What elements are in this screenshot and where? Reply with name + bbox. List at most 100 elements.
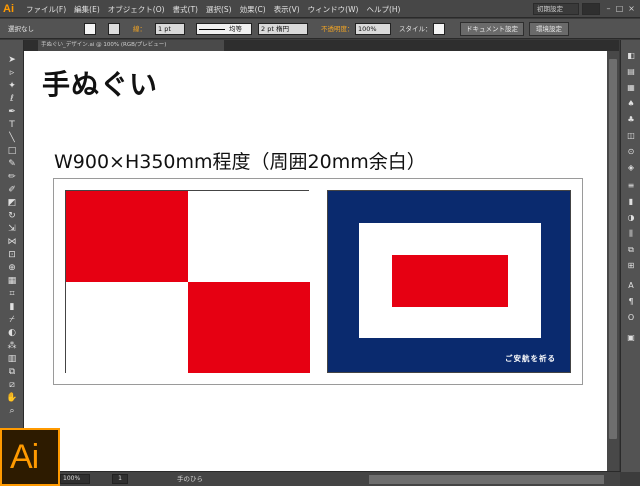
align-panel-icon[interactable]: ⫼ xyxy=(625,228,637,240)
flag-w-caption: ご安航を祈る xyxy=(505,354,556,363)
vertical-scrollbar[interactable] xyxy=(607,51,619,471)
stroke-label[interactable]: 線： xyxy=(133,23,146,35)
color-guide-panel-icon[interactable]: ▤ xyxy=(625,66,637,78)
artboard-canvas[interactable]: 手ぬぐい W900×H350mm程度（周囲20mm余白） ご安航を祈る xyxy=(24,51,607,471)
gradient-tool-icon[interactable]: ▮ xyxy=(6,301,18,313)
selection-tool-icon[interactable]: ➤ xyxy=(6,54,18,66)
artboard-title: 手ぬぐい xyxy=(42,68,159,101)
search-input[interactable] xyxy=(582,3,600,15)
rotate-tool-icon[interactable]: ↻ xyxy=(6,210,18,222)
artboards-panel-icon[interactable]: ▣ xyxy=(625,332,637,344)
layers-panel-icon[interactable]: ◈ xyxy=(625,162,637,174)
menu-help[interactable]: ヘルプ(H) xyxy=(366,4,400,15)
menu-select[interactable]: 選択(S) xyxy=(206,4,232,15)
preferences-button[interactable]: 環境設定 xyxy=(529,22,569,36)
mesh-tool-icon[interactable]: ⌗ xyxy=(6,288,18,300)
appearance-panel-icon[interactable]: ⊙ xyxy=(625,146,637,158)
stroke-panel-icon[interactable]: ≡ xyxy=(625,180,637,192)
status-tool-name[interactable]: 手のひら xyxy=(177,474,203,484)
gradient-panel-icon[interactable]: ▮ xyxy=(625,196,637,208)
paintbrush-tool-icon[interactable]: ✎ xyxy=(6,158,18,170)
style-swatch[interactable] xyxy=(433,23,445,35)
direct-selection-tool-icon[interactable]: ▹ xyxy=(6,67,18,79)
flag-w-red-center xyxy=(392,255,508,307)
menu-view[interactable]: 表示(V) xyxy=(274,4,300,15)
opacity-field[interactable]: 100% xyxy=(355,23,391,35)
selection-status: 選択なし xyxy=(8,25,34,33)
shape-builder-tool-icon[interactable]: ⊕ xyxy=(6,262,18,274)
stroke-profile-select[interactable]: 均等 xyxy=(196,23,252,35)
brushes-panel-icon[interactable]: ♠ xyxy=(625,98,637,110)
menu-object[interactable]: オブジェクト(O) xyxy=(108,4,165,15)
blend-tool-icon[interactable]: ◐ xyxy=(6,327,18,339)
graph-tool-icon[interactable]: ▥ xyxy=(6,353,18,365)
lasso-tool-icon[interactable]: ℓ xyxy=(6,93,18,105)
hand-tool-icon[interactable]: ✋ xyxy=(6,392,18,404)
menu-effect[interactable]: 効果(C) xyxy=(240,4,266,15)
artboard-tool-icon[interactable]: ⧉ xyxy=(6,366,18,378)
horizontal-scroll-thumb[interactable] xyxy=(369,475,604,484)
eyedropper-tool-icon[interactable]: ⌿ xyxy=(6,314,18,326)
flag-u-checkered[interactable] xyxy=(65,190,310,373)
minimize-button[interactable]: – xyxy=(603,3,614,14)
pen-tool-icon[interactable]: ✒ xyxy=(6,106,18,118)
paragraph-panel-icon[interactable]: ¶ xyxy=(625,296,637,308)
symbols-panel-icon[interactable]: ♣ xyxy=(625,114,637,126)
document-tab[interactable]: 手ぬぐい_デザイン.ai @ 100% (RGB/プレビュー) xyxy=(38,40,224,51)
menu-window[interactable]: ウィンドウ(W) xyxy=(308,4,359,15)
menu-edit[interactable]: 編集(E) xyxy=(74,4,100,15)
size-note: W900×H350mm程度（周囲20mm余白） xyxy=(54,151,426,173)
character-panel-icon[interactable]: A xyxy=(625,280,637,292)
transform-panel-icon[interactable]: ⊞ xyxy=(625,260,637,272)
workspace-switcher[interactable]: 初期設定 xyxy=(533,3,579,15)
flag-w-concentric[interactable]: ご安航を祈る xyxy=(327,190,571,373)
perspective-grid-tool-icon[interactable]: ▦ xyxy=(6,275,18,287)
flag-u-bottom-left xyxy=(66,282,188,373)
artboard-number-field[interactable]: 1 xyxy=(112,474,128,484)
magic-wand-tool-icon[interactable]: ✦ xyxy=(6,80,18,92)
zoom-field[interactable]: 100% xyxy=(60,474,90,484)
swatches-panel-icon[interactable]: ▦ xyxy=(625,82,637,94)
slice-tool-icon[interactable]: ⧄ xyxy=(6,379,18,391)
document-settings-button[interactable]: ドキュメント設定 xyxy=(460,22,524,36)
graphic-styles-panel-icon[interactable]: ◫ xyxy=(625,130,637,142)
menu-file[interactable]: ファイル(F) xyxy=(26,4,66,15)
scale-tool-icon[interactable]: ⇲ xyxy=(6,223,18,235)
tools-panel: ➤ ▹ ✦ ℓ ✒ T ╲ □ ✎ ✏ ✐ ◩ ↻ ⇲ ⋈ ⊡ ⊕ ▦ ⌗ ▮ … xyxy=(0,40,24,430)
stroke-weight-field[interactable]: 1 pt xyxy=(155,23,185,35)
flag-u-top-right xyxy=(188,191,310,282)
style-label: スタイル： xyxy=(399,25,432,33)
rectangle-tool-icon[interactable]: □ xyxy=(6,145,18,157)
status-bar: 100% 1 手のひら xyxy=(24,471,620,486)
illustrator-logo-text: Ai xyxy=(10,438,39,476)
illustrator-logo: Ai xyxy=(0,428,60,486)
symbol-sprayer-tool-icon[interactable]: ⁂ xyxy=(6,340,18,352)
menu-bar: Ai ファイル(F) 編集(E) オブジェクト(O) 書式(T) 選択(S) 効… xyxy=(0,0,640,18)
close-button[interactable]: × xyxy=(626,3,637,14)
eraser-tool-icon[interactable]: ◩ xyxy=(6,197,18,209)
panel-dock: ◧ ▤ ▦ ♠ ♣ ◫ ⊙ ◈ ≡ ▮ ◑ ⫼ ⧉ ⊞ A ¶ O ▣ xyxy=(620,40,640,472)
opacity-label[interactable]: 不透明度： xyxy=(321,23,354,35)
pencil-tool-icon[interactable]: ✏ xyxy=(6,171,18,183)
width-tool-icon[interactable]: ⋈ xyxy=(6,236,18,248)
color-panel-icon[interactable]: ◧ xyxy=(625,50,637,62)
flag-u-bottom-right xyxy=(188,282,310,373)
stroke-swatch[interactable] xyxy=(108,23,120,35)
free-transform-tool-icon[interactable]: ⊡ xyxy=(6,249,18,261)
control-bar: 選択なし 線： 1 pt 均等 2 pt 楕円 不透明度： 100% スタイル：… xyxy=(0,19,640,39)
line-tool-icon[interactable]: ╲ xyxy=(6,132,18,144)
vertical-scroll-thumb[interactable] xyxy=(609,59,617,439)
maximize-button[interactable]: □ xyxy=(614,3,625,14)
type-tool-icon[interactable]: T xyxy=(6,119,18,131)
pathfinder-panel-icon[interactable]: ⧉ xyxy=(625,244,637,256)
menu-items: ファイル(F) 編集(E) オブジェクト(O) 書式(T) 選択(S) 効果(C… xyxy=(26,0,400,18)
brush-select[interactable]: 2 pt 楕円 xyxy=(258,23,308,35)
flag-u-top-left xyxy=(66,191,188,282)
blob-brush-tool-icon[interactable]: ✐ xyxy=(6,184,18,196)
transparency-panel-icon[interactable]: ◑ xyxy=(625,212,637,224)
tab-bar: 手ぬぐい_デザイン.ai @ 100% (RGB/プレビュー) xyxy=(24,40,619,51)
opentype-panel-icon[interactable]: O xyxy=(625,312,637,324)
zoom-tool-icon[interactable]: ⌕ xyxy=(6,405,18,417)
fill-swatch[interactable] xyxy=(84,23,96,35)
menu-type[interactable]: 書式(T) xyxy=(173,4,198,15)
